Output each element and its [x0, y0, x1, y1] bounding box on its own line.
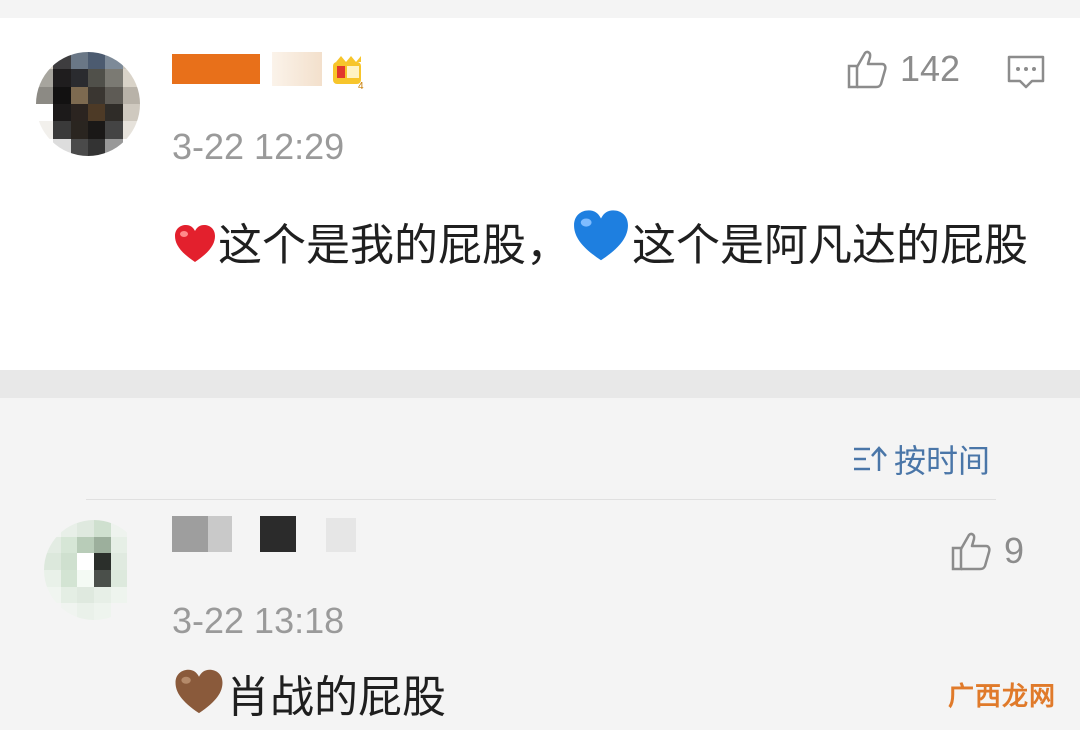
- thumbs-up-icon: [951, 532, 991, 571]
- thumbs-up-icon: [847, 50, 887, 89]
- comment-text-part: 肖战的屁股: [226, 672, 446, 723]
- red-heart-icon: [175, 225, 215, 262]
- sort-icon: [854, 446, 887, 471]
- avatar[interactable]: [36, 52, 140, 156]
- section-gap: [0, 370, 1080, 398]
- comment-time: 3-22 13:18: [172, 600, 345, 641]
- like-count: 9: [1004, 530, 1025, 571]
- brown-heart-icon: [175, 669, 223, 714]
- like-count: 142: [900, 48, 961, 89]
- comment-text: 肖战的屁股: [172, 666, 872, 730]
- comment-text-part: 这个是阿凡达的屁股: [632, 220, 1028, 271]
- comment-time: 3-22 12:29: [172, 126, 345, 167]
- comment-icon[interactable]: [1006, 54, 1046, 90]
- avatar[interactable]: [44, 520, 144, 620]
- like-button[interactable]: 9: [950, 530, 1024, 572]
- top-separator: [0, 0, 1080, 18]
- crown-badge-icon: 4: [333, 56, 364, 92]
- sort-label: 按时间: [894, 442, 991, 480]
- username[interactable]: [172, 514, 372, 554]
- username[interactable]: [172, 50, 352, 90]
- comment-text-part: 这个是我的屁股，: [218, 220, 570, 271]
- divider: [86, 499, 996, 500]
- comment-text: 这个是我的屁股， 这个是阿凡达的屁股: [172, 206, 1052, 278]
- svg-text:4: 4: [358, 81, 364, 92]
- sort-by-time-button[interactable]: 按时间: [852, 436, 990, 482]
- blue-heart-icon: [574, 210, 628, 261]
- like-button[interactable]: 142: [846, 48, 960, 90]
- watermark-logo: 广西龙网: [948, 682, 1057, 712]
